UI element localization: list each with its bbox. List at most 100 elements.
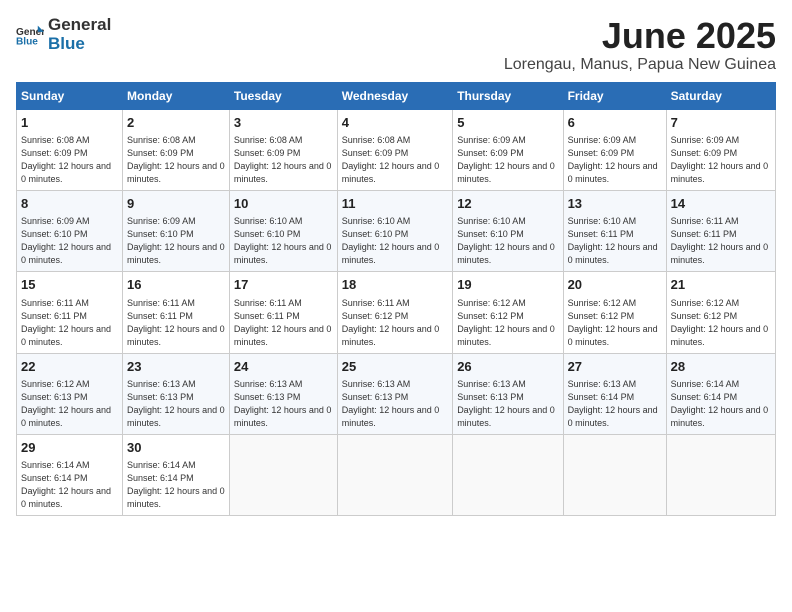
logo-icon: General Blue [16, 24, 44, 46]
day-number: 21 [671, 276, 771, 294]
day-cell: 25Sunrise: 6:13 AMSunset: 6:13 PMDayligh… [337, 353, 452, 434]
header-saturday: Saturday [666, 82, 775, 109]
day-number: 30 [127, 439, 225, 457]
day-cell: 27 Sunrise: 6:13 AMSunset: 6:14 PMDayligh… [563, 353, 666, 434]
day-cell: 26 Sunrise: 6:13 AMSunset: 6:13 PMDayligh… [453, 353, 563, 434]
day-info: Sunrise: 6:14 AMSunset: 6:14 PMDaylight:… [127, 459, 225, 511]
header-wednesday: Wednesday [337, 82, 452, 109]
day-cell: 30 Sunrise: 6:14 AMSunset: 6:14 PMDayligh… [123, 435, 230, 516]
day-cell: 3 Sunrise: 6:08 AMSunset: 6:09 PMDaylight… [229, 109, 337, 190]
day-cell: 18 Sunrise: 6:11 AMSunset: 6:12 PMDayligh… [337, 272, 452, 353]
title-area: June 2025 Lorengau, Manus, Papua New Gui… [504, 16, 776, 74]
day-info: Sunrise: 6:11 AMSunset: 6:11 PMDaylight:… [234, 297, 333, 349]
day-cell: 1 Sunrise: 6:08 AMSunset: 6:09 PMDaylight… [17, 109, 123, 190]
header-monday: Monday [123, 82, 230, 109]
calendar-header-row: SundayMondayTuesdayWednesdayThursdayFrid… [17, 82, 776, 109]
day-number: 3 [234, 114, 333, 132]
day-cell: 19 Sunrise: 6:12 AMSunset: 6:12 PMDayligh… [453, 272, 563, 353]
month-title: June 2025 [504, 16, 776, 56]
day-number: 23 [127, 358, 225, 376]
day-number: 6 [568, 114, 662, 132]
day-info: Sunrise: 6:13 AMSunset: 6:13 PMDaylight:… [342, 378, 448, 430]
day-info: Sunrise: 6:09 AMSunset: 6:09 PMDaylight:… [568, 134, 662, 186]
day-info: Sunrise: 6:13 AMSunset: 6:13 PMDaylight:… [457, 378, 558, 430]
day-cell: 15 Sunrise: 6:11 AMSunset: 6:11 PMDayligh… [17, 272, 123, 353]
day-cell: 21 Sunrise: 6:12 AMSunset: 6:12 PMDayligh… [666, 272, 775, 353]
day-number: 18 [342, 276, 448, 294]
day-info: Sunrise: 6:10 AMSunset: 6:10 PMDaylight:… [234, 215, 333, 267]
day-info: Sunrise: 6:12 AMSunset: 6:12 PMDaylight:… [568, 297, 662, 349]
day-cell: 22 Sunrise: 6:12 AMSunset: 6:13 PMDayligh… [17, 353, 123, 434]
header-sunday: Sunday [17, 82, 123, 109]
day-number: 27 [568, 358, 662, 376]
header-thursday: Thursday [453, 82, 563, 109]
day-number: 7 [671, 114, 771, 132]
day-number: 9 [127, 195, 225, 213]
day-info: Sunrise: 6:12 AMSunset: 6:12 PMDaylight:… [671, 297, 771, 349]
day-info: Sunrise: 6:14 AMSunset: 6:14 PMDaylight:… [21, 459, 118, 511]
day-cell: 9 Sunrise: 6:09 AMSunset: 6:10 PMDaylight… [123, 190, 230, 271]
day-number: 1 [21, 114, 118, 132]
day-number: 12 [457, 195, 558, 213]
day-number: 24 [234, 358, 333, 376]
day-number: 15 [21, 276, 118, 294]
day-number: 14 [671, 195, 771, 213]
day-number: 2 [127, 114, 225, 132]
day-info: Sunrise: 6:14 AMSunset: 6:14 PMDaylight:… [671, 378, 771, 430]
logo-general: General [48, 16, 111, 35]
day-cell [563, 435, 666, 516]
day-info: Sunrise: 6:11 AMSunset: 6:12 PMDaylight:… [342, 297, 448, 349]
day-info: Sunrise: 6:12 AMSunset: 6:13 PMDaylight:… [21, 378, 118, 430]
day-number: 11 [342, 195, 448, 213]
day-number: 10 [234, 195, 333, 213]
day-info: Sunrise: 6:08 AMSunset: 6:09 PMDaylight:… [342, 134, 448, 186]
day-number: 17 [234, 276, 333, 294]
day-info: Sunrise: 6:09 AMSunset: 6:10 PMDaylight:… [127, 215, 225, 267]
day-number: 19 [457, 276, 558, 294]
location-title: Lorengau, Manus, Papua New Guinea [504, 56, 776, 74]
header-tuesday: Tuesday [229, 82, 337, 109]
svg-text:Blue: Blue [16, 36, 38, 46]
day-info: Sunrise: 6:11 AMSunset: 6:11 PMDaylight:… [127, 297, 225, 349]
day-cell [666, 435, 775, 516]
day-cell [229, 435, 337, 516]
day-info: Sunrise: 6:08 AMSunset: 6:09 PMDaylight:… [21, 134, 118, 186]
day-cell: 16 Sunrise: 6:11 AMSunset: 6:11 PMDayligh… [123, 272, 230, 353]
calendar-table: SundayMondayTuesdayWednesdayThursdayFrid… [16, 82, 776, 517]
day-number: 29 [21, 439, 118, 457]
day-cell: 14 Sunrise: 6:11 AMSunset: 6:11 PMDayligh… [666, 190, 775, 271]
day-number: 26 [457, 358, 558, 376]
day-cell: 20 Sunrise: 6:12 AMSunset: 6:12 PMDayligh… [563, 272, 666, 353]
day-info: Sunrise: 6:09 AMSunset: 6:10 PMDaylight:… [21, 215, 118, 267]
logo: General Blue General Blue [16, 16, 111, 53]
day-cell: 5Sunrise: 6:09 AMSunset: 6:09 PMDaylight… [453, 109, 563, 190]
day-number: 20 [568, 276, 662, 294]
week-row-3: 15 Sunrise: 6:11 AMSunset: 6:11 PMDayligh… [17, 272, 776, 353]
day-number: 28 [671, 358, 771, 376]
day-cell: 8 Sunrise: 6:09 AMSunset: 6:10 PMDaylight… [17, 190, 123, 271]
day-number: 4 [342, 114, 448, 132]
day-number: 22 [21, 358, 118, 376]
day-info: Sunrise: 6:13 AMSunset: 6:13 PMDaylight:… [234, 378, 333, 430]
day-info: Sunrise: 6:09 AMSunset: 6:09 PMDaylight:… [671, 134, 771, 186]
day-info: Sunrise: 6:08 AMSunset: 6:09 PMDaylight:… [127, 134, 225, 186]
page-header: General Blue General Blue June 2025 Lore… [16, 16, 776, 74]
day-cell: 28 Sunrise: 6:14 AMSunset: 6:14 PMDayligh… [666, 353, 775, 434]
logo-blue: Blue [48, 35, 111, 54]
day-cell: 2 Sunrise: 6:08 AMSunset: 6:09 PMDaylight… [123, 109, 230, 190]
day-info: Sunrise: 6:11 AMSunset: 6:11 PMDaylight:… [21, 297, 118, 349]
day-cell: 23Sunrise: 6:13 AMSunset: 6:13 PMDayligh… [123, 353, 230, 434]
day-cell [337, 435, 452, 516]
day-info: Sunrise: 6:11 AMSunset: 6:11 PMDaylight:… [671, 215, 771, 267]
week-row-2: 8 Sunrise: 6:09 AMSunset: 6:10 PMDaylight… [17, 190, 776, 271]
day-info: Sunrise: 6:10 AMSunset: 6:11 PMDaylight:… [568, 215, 662, 267]
day-number: 8 [21, 195, 118, 213]
day-cell: 29 Sunrise: 6:14 AMSunset: 6:14 PMDayligh… [17, 435, 123, 516]
day-number: 16 [127, 276, 225, 294]
day-cell: 13 Sunrise: 6:10 AMSunset: 6:11 PMDayligh… [563, 190, 666, 271]
day-info: Sunrise: 6:08 AMSunset: 6:09 PMDaylight:… [234, 134, 333, 186]
day-number: 13 [568, 195, 662, 213]
day-cell: 12Sunrise: 6:10 AMSunset: 6:10 PMDayligh… [453, 190, 563, 271]
day-info: Sunrise: 6:12 AMSunset: 6:12 PMDaylight:… [457, 297, 558, 349]
day-info: Sunrise: 6:13 AMSunset: 6:14 PMDaylight:… [568, 378, 662, 430]
